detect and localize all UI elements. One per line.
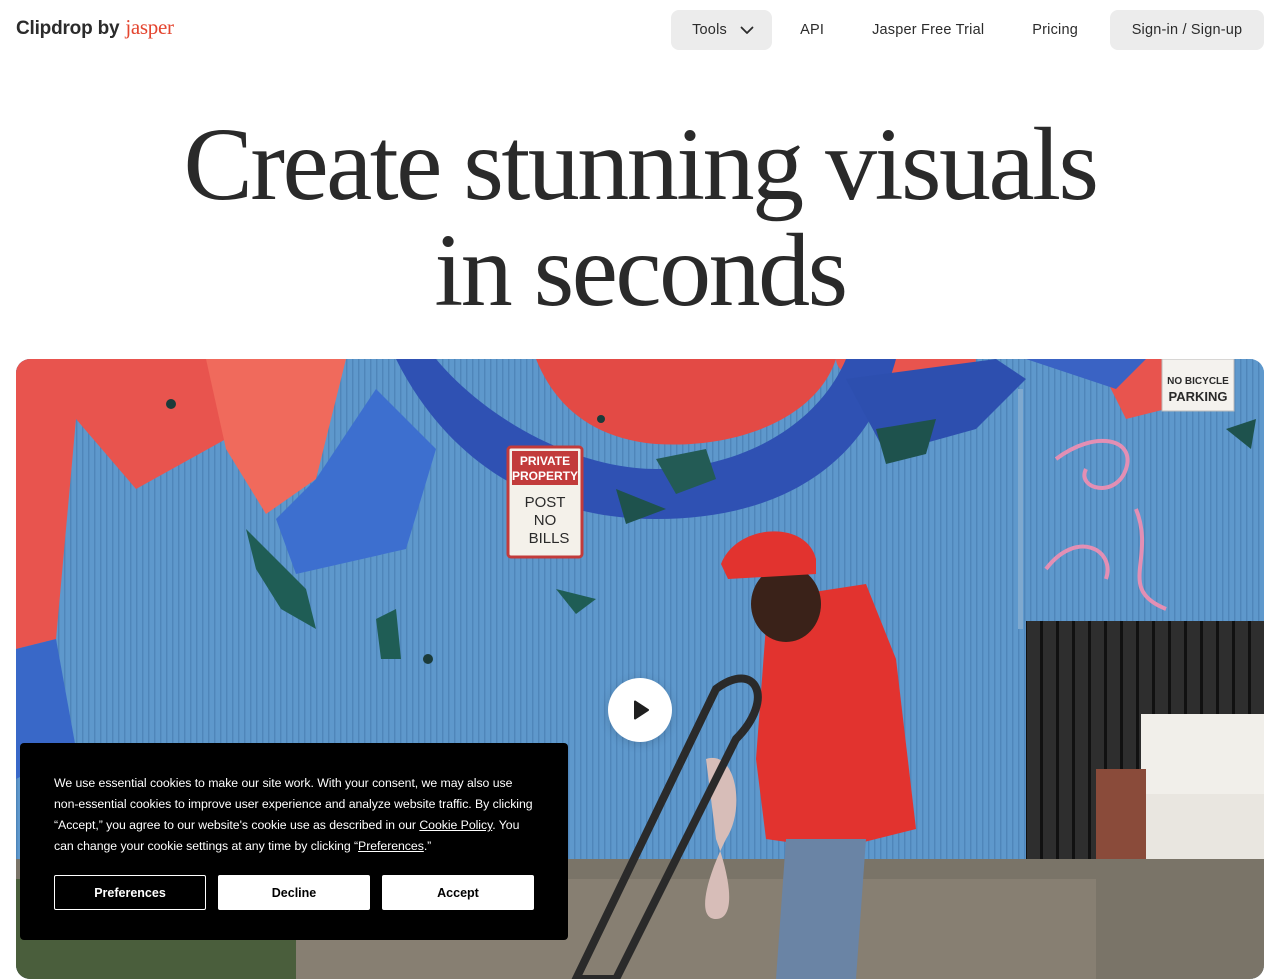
main-nav: Tools API Jasper Free Trial Pricing Sign… bbox=[671, 10, 1264, 50]
svg-text:PARKING: PARKING bbox=[1169, 389, 1228, 404]
svg-text:PRIVATE: PRIVATE bbox=[520, 454, 570, 468]
cookie-text-part-3: .” bbox=[423, 839, 432, 853]
svg-text:BILLS: BILLS bbox=[529, 530, 570, 547]
svg-text:PROPERTY: PROPERTY bbox=[512, 469, 578, 483]
cookie-preferences-link[interactable]: Preferences bbox=[358, 839, 424, 853]
cookie-consent-banner: We use essential cookies to make our sit… bbox=[20, 743, 568, 940]
play-icon bbox=[634, 700, 649, 720]
hero-title-line-2: in seconds bbox=[434, 213, 848, 328]
private-property-sign: PRIVATE PROPERTY POST NO BILLS bbox=[506, 445, 584, 559]
nav-pricing-link[interactable]: Pricing bbox=[1012, 10, 1098, 50]
cookie-accept-button[interactable]: Accept bbox=[382, 875, 534, 910]
chevron-down-icon bbox=[740, 26, 754, 34]
svg-text:NO BICYCLE: NO BICYCLE bbox=[1167, 376, 1229, 387]
cookie-actions: Preferences Decline Accept bbox=[54, 875, 534, 910]
nav-api-link[interactable]: API bbox=[780, 10, 844, 50]
logo-wordmark: Clipdrop by bbox=[16, 18, 120, 39]
svg-text:NO: NO bbox=[534, 512, 557, 529]
cookie-preferences-button[interactable]: Preferences bbox=[54, 875, 206, 910]
hero-title-line-1: Create stunning visuals bbox=[183, 107, 1099, 222]
cookie-decline-button[interactable]: Decline bbox=[218, 875, 370, 910]
hero-title: Create stunning visuals in seconds bbox=[0, 112, 1280, 324]
clipdrop-logo[interactable]: Clipdrop by jasper bbox=[16, 15, 174, 43]
tools-label: Tools bbox=[692, 22, 727, 38]
nav-jasper-free-trial-link[interactable]: Jasper Free Trial bbox=[852, 10, 1004, 50]
cookie-policy-link[interactable]: Cookie Policy bbox=[419, 818, 492, 832]
tools-menu-button[interactable]: Tools bbox=[671, 10, 773, 50]
sign-in-button[interactable]: Sign-in / Sign-up bbox=[1110, 10, 1264, 50]
site-header: Clipdrop by jasper Tools API Jasper Free… bbox=[0, 0, 1280, 58]
logo-brand-jasper: jasper bbox=[125, 15, 174, 39]
play-video-button[interactable] bbox=[608, 678, 672, 742]
cookie-message: We use essential cookies to make our sit… bbox=[54, 773, 534, 857]
no-bicycle-parking-sign: NO BICYCLE PARKING bbox=[1161, 359, 1235, 412]
svg-text:POST: POST bbox=[525, 494, 566, 511]
